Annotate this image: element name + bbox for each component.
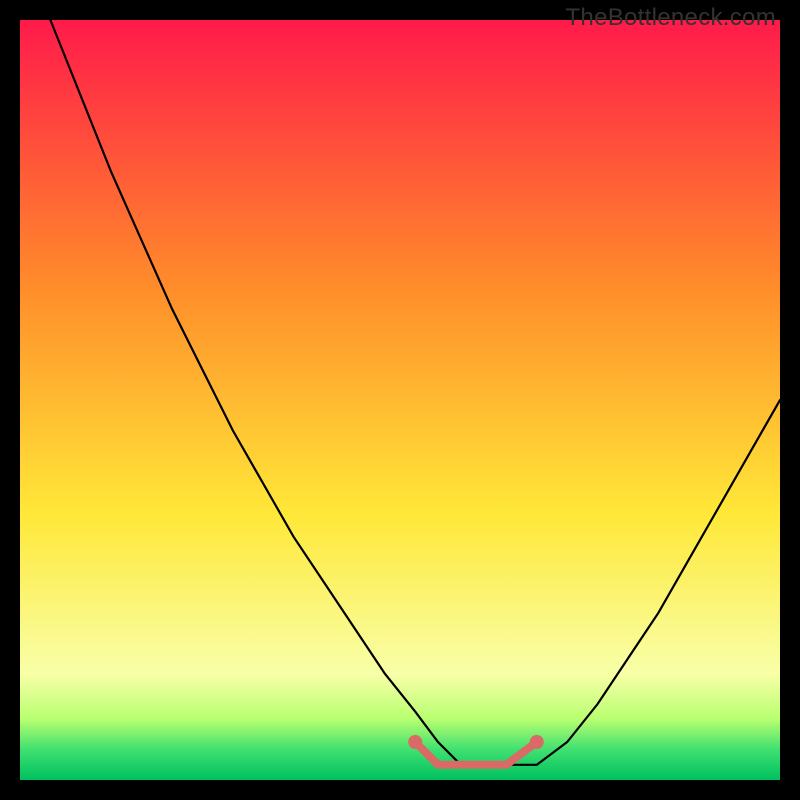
chart-frame: TheBottleneck.com: [0, 0, 800, 800]
plot-area: [20, 20, 780, 780]
watermark-text: TheBottleneck.com: [565, 4, 776, 32]
optimal-range-dot: [530, 735, 544, 749]
optimal-range-dot: [408, 735, 422, 749]
gradient-background: [20, 20, 780, 780]
bottleneck-chart: [20, 20, 780, 780]
